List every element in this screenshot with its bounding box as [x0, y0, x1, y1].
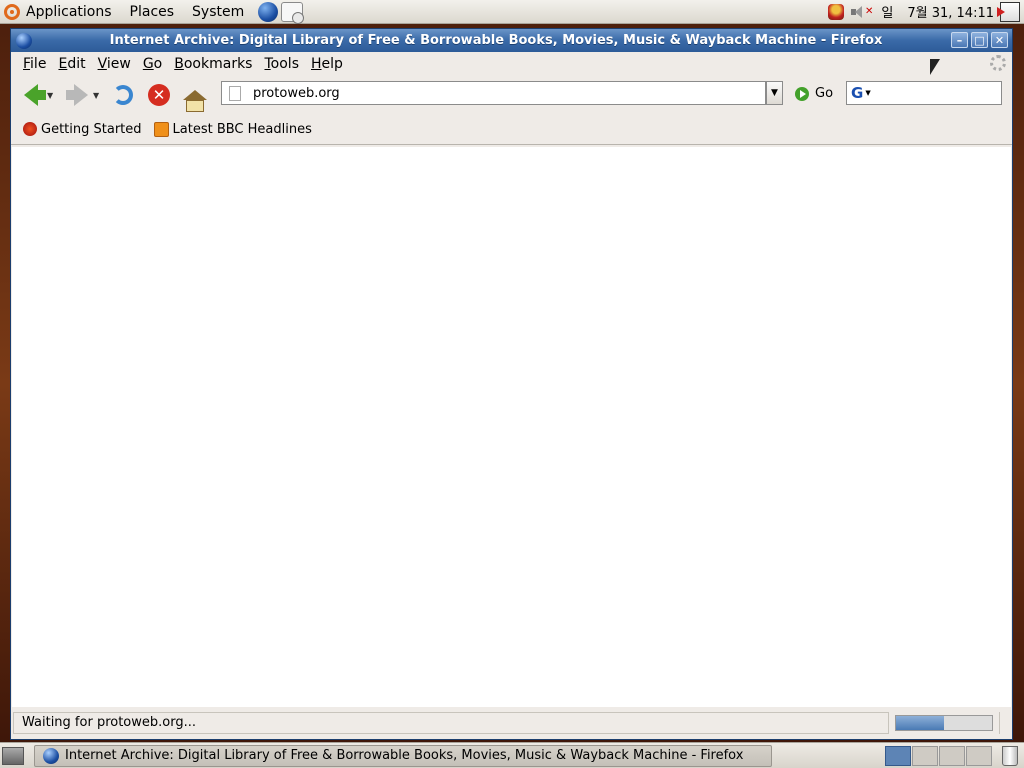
url-history-dropdown[interactable]: ▼	[766, 81, 783, 105]
reload-icon	[113, 85, 133, 105]
status-bar: Waiting for protoweb.org...	[13, 711, 1010, 735]
system-menu-label: System	[192, 3, 245, 20]
user-status-icon[interactable]	[828, 3, 844, 20]
ubuntu-logo-icon	[4, 3, 20, 20]
bookmark-bbc-headlines[interactable]: Latest BBC Headlines	[153, 121, 312, 137]
minimize-button[interactable]: –	[951, 32, 968, 48]
url-bar[interactable]	[221, 81, 766, 105]
search-box[interactable]: G ▼	[846, 81, 1002, 105]
forward-history-dropdown[interactable]: ▼	[93, 91, 103, 100]
mute-indicator-icon: ✕	[865, 6, 874, 17]
logout-icon[interactable]	[997, 1, 1020, 22]
close-button[interactable]: ✕	[991, 32, 1008, 48]
notification-tray: ✕ 일 7월 31, 14:11	[825, 0, 1024, 24]
back-button[interactable]	[17, 81, 46, 109]
firefox-launcher-icon[interactable]	[258, 1, 279, 22]
go-icon	[795, 86, 809, 101]
window-titlebar[interactable]: Internet Archive: Digital Library of Fre…	[11, 29, 1012, 52]
url-input[interactable]	[251, 84, 765, 102]
window-controls: – □ ✕	[948, 32, 1008, 48]
home-button[interactable]	[181, 81, 209, 112]
home-icon	[183, 90, 207, 112]
menu-edit[interactable]: Edit	[52, 56, 91, 72]
mail-launcher-icon[interactable]	[281, 1, 305, 24]
go-button[interactable]: Go	[795, 86, 833, 101]
places-menu-label: Places	[129, 3, 175, 20]
status-text: Waiting for protoweb.org...	[13, 712, 889, 734]
menu-bookmarks[interactable]: Bookmarks	[168, 56, 258, 72]
bookmark-label: Getting Started	[41, 121, 142, 137]
forward-arrow-icon	[66, 84, 88, 106]
go-label: Go	[815, 86, 834, 101]
stop-icon: ✕	[148, 84, 170, 106]
search-engine-dropdown-icon[interactable]: ▼	[865, 89, 870, 97]
maximize-button[interactable]: □	[971, 32, 988, 48]
workspace-switcher	[884, 745, 992, 766]
search-engine-icon[interactable]: G	[851, 84, 863, 102]
firefox-window: Internet Archive: Digital Library of Fre…	[10, 28, 1013, 740]
keyboard-layout-indicator[interactable]: 일	[881, 2, 893, 21]
show-desktop-icon[interactable]	[2, 746, 24, 765]
rss-feed-icon	[153, 121, 169, 137]
top-panel: Applications Places System ✕ 일 7월 31, 14…	[0, 0, 1024, 24]
mouse-cursor-icon	[930, 59, 940, 75]
bookmark-getting-started[interactable]: Getting Started	[23, 122, 142, 137]
workspace-1[interactable]	[885, 745, 911, 766]
places-menu[interactable]: Places	[122, 0, 185, 24]
applications-menu[interactable]: Applications	[0, 0, 122, 24]
search-input[interactable]	[874, 84, 1001, 102]
menu-help[interactable]: Help	[305, 56, 349, 72]
loading-progress-bar	[895, 715, 993, 731]
throbber-icon	[990, 55, 1006, 71]
reload-button[interactable]	[109, 81, 137, 109]
workspace-3[interactable]	[939, 745, 965, 766]
taskbar-task-title: Internet Archive: Digital Library of Fre…	[65, 748, 744, 763]
bookmark-label: Latest BBC Headlines	[172, 121, 312, 137]
menu-file[interactable]: File	[17, 56, 52, 72]
taskbar-firefox-button[interactable]: Internet Archive: Digital Library of Fre…	[34, 744, 772, 767]
system-menu[interactable]: System	[184, 0, 254, 24]
workspace-2[interactable]	[912, 745, 938, 766]
clock[interactable]: 7월 31, 14:11	[907, 2, 994, 21]
window-title: Internet Archive: Digital Library of Fre…	[109, 33, 883, 48]
volume-icon[interactable]	[850, 4, 866, 20]
firefox-task-icon	[43, 747, 59, 764]
menu-tools[interactable]: Tools	[258, 56, 305, 72]
page-content[interactable]	[12, 147, 1011, 707]
applications-menu-label: Applications	[26, 3, 112, 20]
back-arrow-icon	[24, 84, 46, 106]
page-favicon-icon	[229, 85, 241, 101]
firefox-bookmark-icon	[23, 122, 37, 136]
bottom-panel: Internet Archive: Digital Library of Fre…	[0, 742, 1024, 768]
navigation-toolbar: ▼ ▼ ✕ ▼ Go G ▼	[11, 76, 1012, 114]
menu-go[interactable]: Go	[137, 56, 168, 72]
menubar: File Edit View Go Bookmarks Tools Help	[11, 52, 1012, 76]
forward-button[interactable]	[63, 81, 91, 109]
menu-view[interactable]: View	[92, 56, 137, 72]
workspace-4[interactable]	[966, 745, 992, 766]
bookmarks-toolbar: Getting Started Latest BBC Headlines	[11, 114, 1012, 145]
back-history-dropdown[interactable]: ▼	[47, 91, 57, 100]
resize-grip[interactable]	[999, 712, 1010, 734]
trash-icon[interactable]	[1002, 745, 1018, 766]
window-menu-icon[interactable]	[16, 32, 32, 49]
progress-fill	[896, 716, 944, 730]
stop-button[interactable]: ✕	[145, 81, 173, 109]
